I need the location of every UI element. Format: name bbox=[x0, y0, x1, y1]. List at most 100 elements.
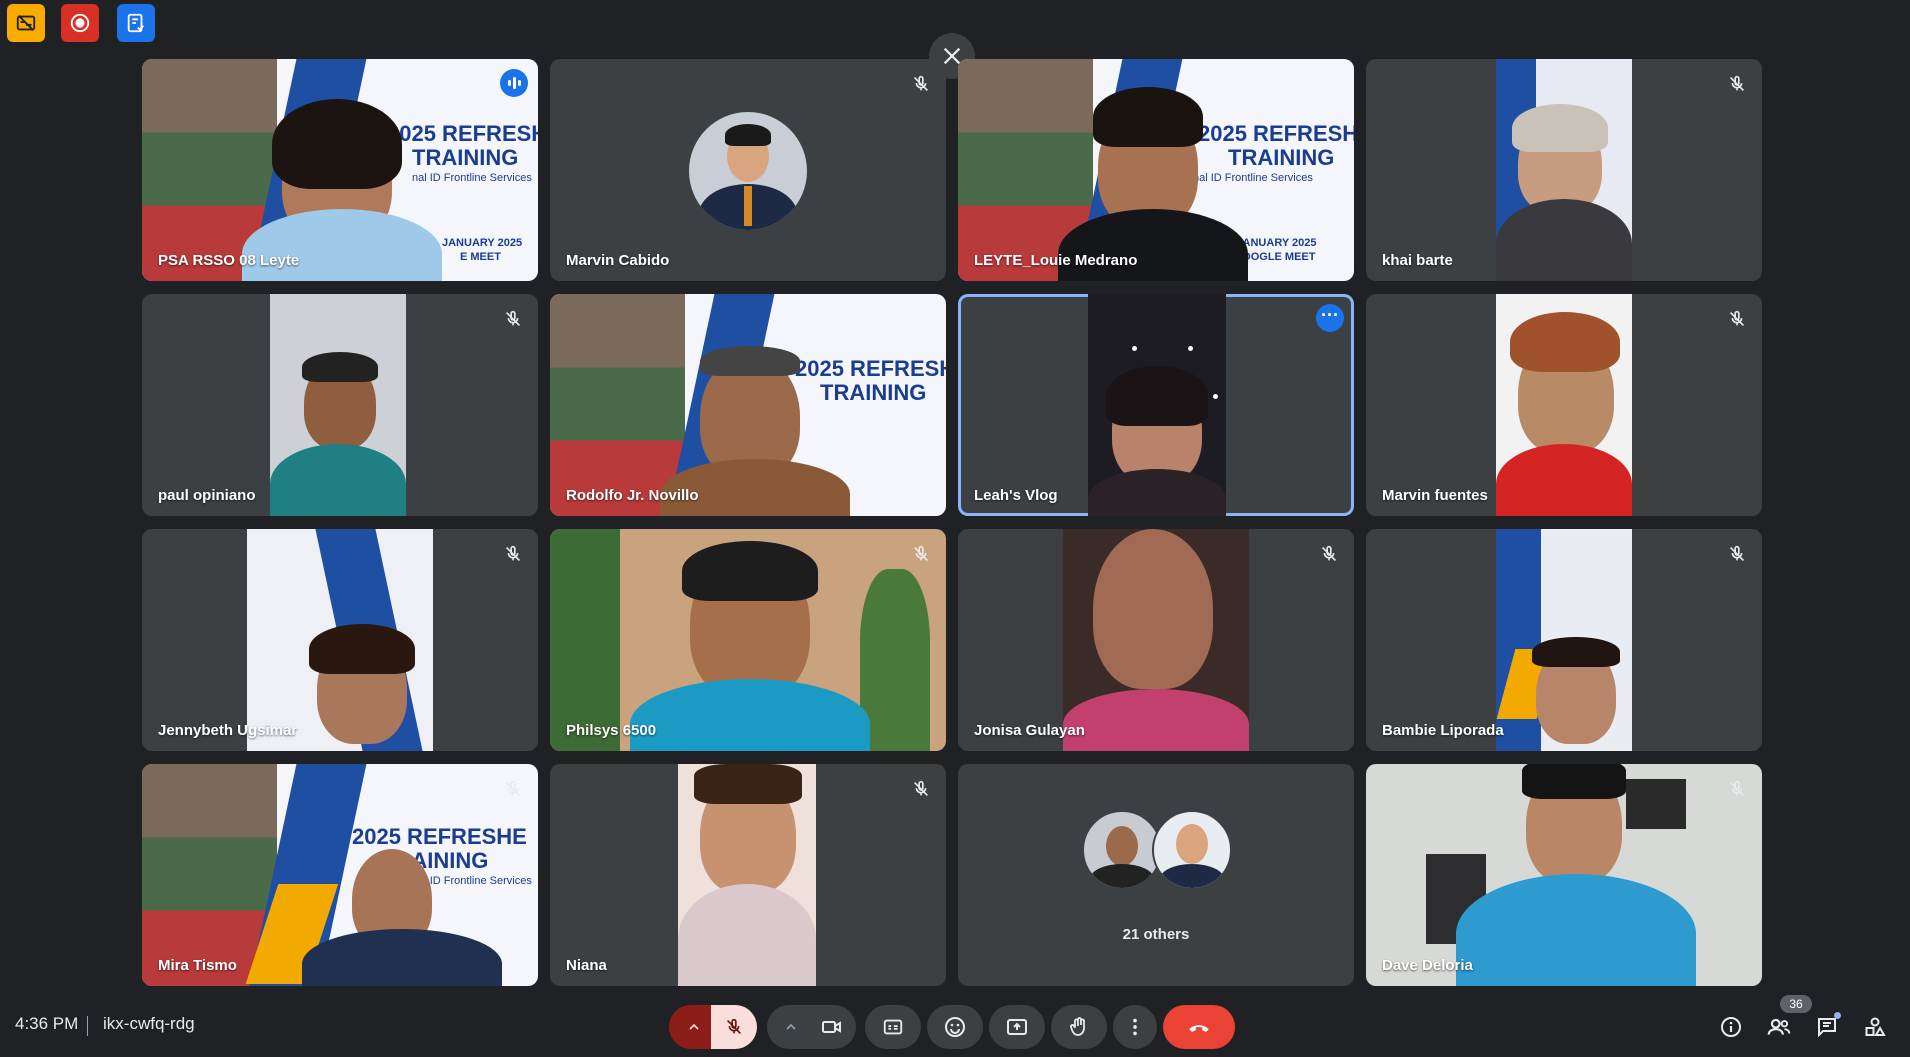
participant-name: Leah's Vlog bbox=[974, 487, 1058, 504]
leave-call-button[interactable] bbox=[1163, 1005, 1235, 1049]
participant-name: Niana bbox=[566, 957, 607, 974]
participant-tile[interactable]: 2025 REFRESHE TRAINING Rodolfo Jr. Novil… bbox=[550, 294, 946, 516]
participant-name: Bambie Liporada bbox=[1382, 722, 1504, 739]
participant-name: Philsys 6500 bbox=[566, 722, 657, 739]
banner-title: 2025 REFRESHE bbox=[387, 121, 538, 146]
participant-name: LEYTE_Louie Medrano bbox=[974, 252, 1138, 269]
mic-off-icon bbox=[505, 780, 521, 797]
people-button[interactable] bbox=[1762, 1010, 1796, 1044]
participant-video bbox=[270, 294, 406, 516]
record-icon bbox=[70, 13, 90, 33]
banner-title: 2025 REFRESHE bbox=[352, 824, 527, 849]
chat-notification-dot bbox=[1834, 1012, 1841, 1019]
participant-tile[interactable]: 2025 REFRESHE TRAINING nal ID Frontline … bbox=[142, 59, 538, 281]
meeting-details-button[interactable] bbox=[1714, 1010, 1748, 1044]
banner-title-2: TRAINING bbox=[412, 145, 519, 170]
participant-name: Marvin Cabido bbox=[566, 252, 670, 269]
chevron-up-icon bbox=[786, 1023, 796, 1030]
more-options-button[interactable] bbox=[1113, 1005, 1157, 1049]
activities-icon bbox=[127, 13, 144, 33]
info-icon bbox=[1721, 1017, 1741, 1037]
participant-name: Rodolfo Jr. Novillo bbox=[566, 487, 699, 504]
speaking-indicator bbox=[500, 69, 528, 97]
camera-icon bbox=[822, 1021, 841, 1033]
participant-tile[interactable]: 2025 REFRESHE TRAINING nal ID Frontline … bbox=[142, 764, 538, 986]
participant-tile[interactable]: Jonisa Gulayan bbox=[958, 529, 1354, 751]
participant-video bbox=[550, 529, 946, 751]
participants-count-badge: 36 bbox=[1780, 995, 1812, 1013]
participant-name: Jennybeth Ugsimar bbox=[158, 722, 298, 739]
participant-name: khai barte bbox=[1382, 252, 1453, 269]
banner-title: 2025 REFRESHE bbox=[795, 356, 946, 381]
present-screen-button[interactable] bbox=[989, 1005, 1045, 1049]
participant-name: paul opiniano bbox=[158, 487, 256, 504]
mic-off-icon bbox=[505, 545, 521, 562]
recording-button[interactable] bbox=[61, 4, 99, 42]
participant-tile[interactable]: ··· Leah's Vlog bbox=[958, 294, 1354, 516]
meeting-code: ikx-cwfq-rdg bbox=[103, 1014, 195, 1033]
chat-button[interactable] bbox=[1810, 1010, 1844, 1044]
bottom-control-bar: 4:36 PM ikx-cwfq-rdg bbox=[0, 1000, 1910, 1057]
participant-name: Mira Tismo bbox=[158, 957, 237, 974]
mic-off-icon bbox=[505, 310, 521, 327]
participant-tile[interactable]: Jennybeth Ugsimar bbox=[142, 529, 538, 751]
banner-date: JANUARY 2025 bbox=[442, 237, 523, 249]
captions-button[interactable] bbox=[865, 1005, 921, 1049]
participant-video bbox=[678, 764, 816, 986]
activities-button[interactable] bbox=[117, 4, 155, 42]
hand-icon bbox=[1070, 1017, 1085, 1036]
others-tile[interactable]: 21 others bbox=[958, 764, 1354, 986]
avatar bbox=[1082, 810, 1162, 890]
captions-icon bbox=[883, 1019, 903, 1035]
mic-off-icon bbox=[913, 545, 929, 562]
banner-date-2: E MEET bbox=[460, 251, 501, 263]
mic-off-icon bbox=[1729, 310, 1745, 327]
mic-off-icon bbox=[1321, 545, 1337, 562]
clock: 4:36 PM bbox=[15, 1014, 79, 1033]
banner-title: 2025 REFRESHE bbox=[1198, 121, 1354, 146]
captions-off-button[interactable] bbox=[7, 4, 45, 42]
raise-hand-button[interactable] bbox=[1051, 1005, 1107, 1049]
chevron-up-icon bbox=[689, 1023, 699, 1030]
mic-off-icon bbox=[1729, 545, 1745, 562]
participant-name: Jonisa Gulayan bbox=[974, 722, 1085, 739]
avatar bbox=[689, 112, 807, 230]
participant-tile[interactable]: Niana bbox=[550, 764, 946, 986]
participant-tile[interactable]: paul opiniano bbox=[142, 294, 538, 516]
banner-title-2: TRAINING bbox=[1228, 145, 1335, 170]
participant-tile[interactable]: 2025 REFRESHE TRAINING nal ID Frontline … bbox=[958, 59, 1354, 281]
participant-tile[interactable]: khai barte bbox=[1366, 59, 1762, 281]
reactions-button[interactable] bbox=[927, 1005, 983, 1049]
banner-subtitle: nal ID Frontline Services bbox=[1193, 172, 1313, 184]
banner-title-2: TRAINING bbox=[820, 380, 927, 405]
emoji-icon bbox=[945, 1017, 965, 1037]
participant-video bbox=[1088, 294, 1226, 516]
mic-off-icon bbox=[1729, 780, 1745, 797]
participant-name: Marvin fuentes bbox=[1382, 487, 1488, 504]
mic-off-icon bbox=[1729, 75, 1745, 92]
participant-tile[interactable]: Marvin fuentes bbox=[1366, 294, 1762, 516]
participant-tile[interactable]: Dave Deloria bbox=[1366, 764, 1762, 986]
camera-button[interactable] bbox=[808, 1005, 856, 1049]
no-captions-icon bbox=[16, 15, 36, 31]
participant-video bbox=[1063, 529, 1249, 751]
participant-video bbox=[1496, 294, 1632, 516]
present-screen-icon bbox=[1007, 1019, 1027, 1035]
shapes-icon bbox=[1865, 1017, 1886, 1036]
others-count-label: 21 others bbox=[1122, 926, 1190, 943]
participant-video bbox=[1496, 529, 1632, 751]
divider bbox=[87, 1016, 88, 1036]
participant-video bbox=[1496, 59, 1632, 281]
participant-video bbox=[1366, 764, 1762, 986]
participant-name: Dave Deloria bbox=[1382, 957, 1473, 974]
avatar bbox=[1152, 810, 1232, 890]
participant-tile[interactable]: Bambie Liporada bbox=[1366, 529, 1762, 751]
participant-name: PSA RSSO 08 Leyte bbox=[158, 252, 300, 269]
microphone-button[interactable] bbox=[711, 1005, 757, 1049]
more-options-icon[interactable]: ··· bbox=[1316, 304, 1344, 332]
mic-off-icon bbox=[726, 1018, 742, 1035]
participant-tile[interactable]: Philsys 6500 bbox=[550, 529, 946, 751]
hang-up-icon bbox=[1189, 1025, 1209, 1032]
participant-tile[interactable]: Marvin Cabido bbox=[550, 59, 946, 281]
activities-tools-button[interactable] bbox=[1858, 1010, 1892, 1044]
